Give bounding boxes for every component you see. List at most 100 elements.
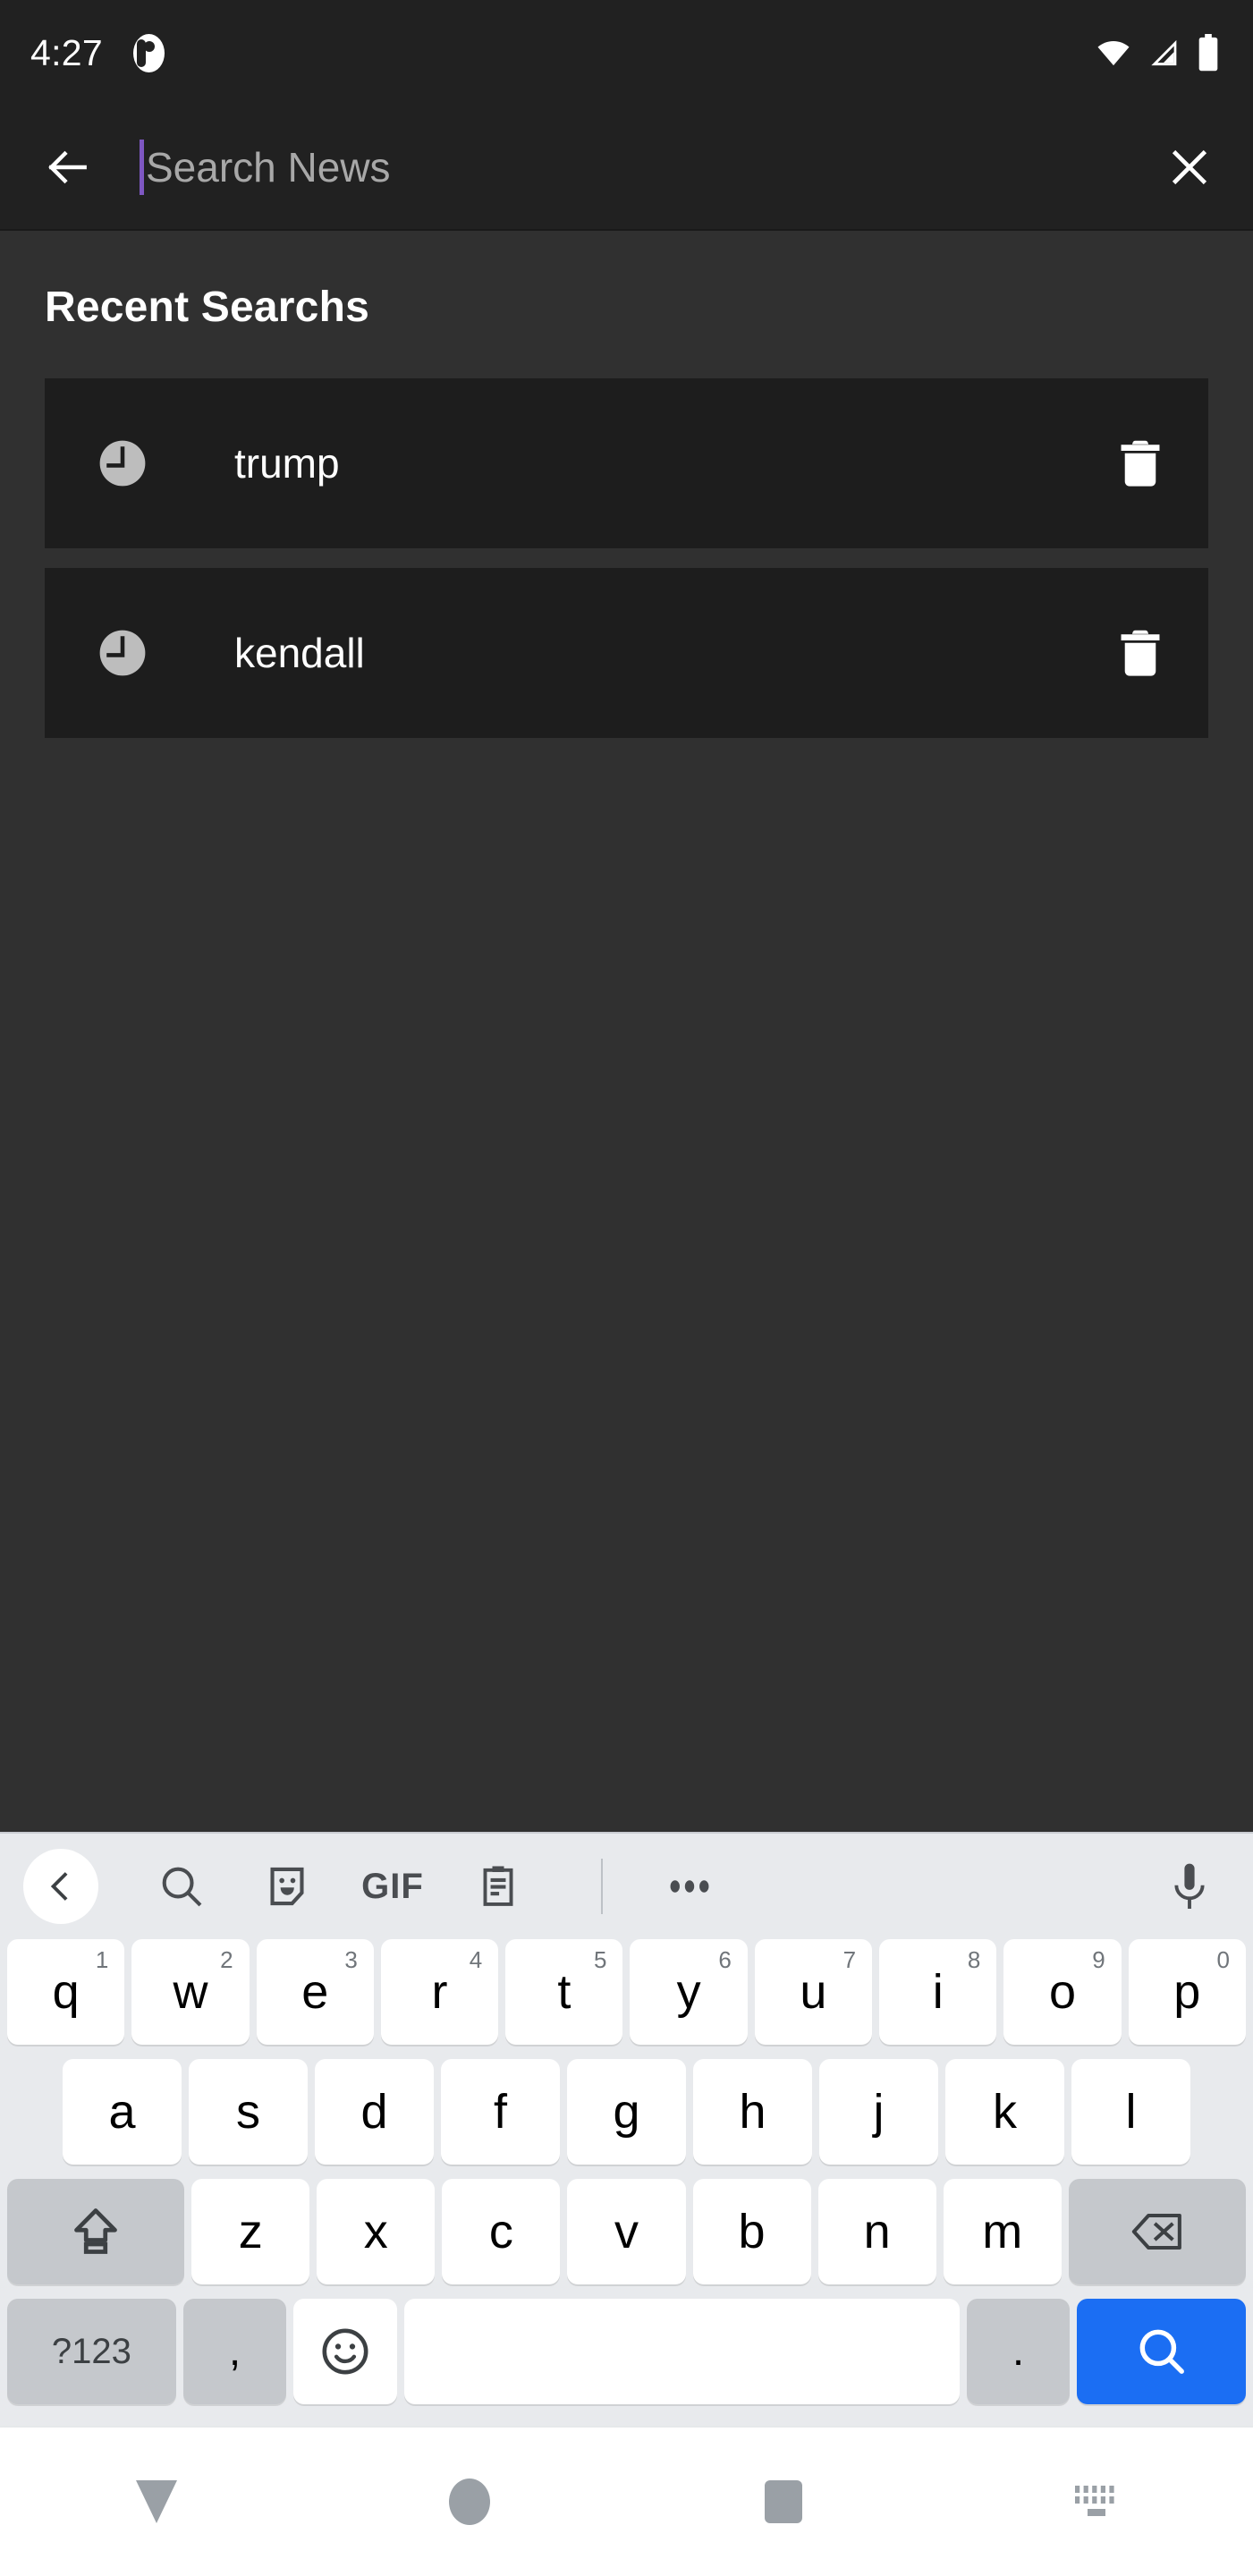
nav-home-button[interactable] xyxy=(313,2479,626,2525)
trash-icon[interactable] xyxy=(1119,628,1162,678)
search-input[interactable]: Search News xyxy=(140,127,1147,208)
key-letter-label: t xyxy=(557,1965,571,2019)
nav-keyboard-switcher-button[interactable] xyxy=(940,2481,1253,2522)
status-bar: 4:27 xyxy=(0,0,1253,106)
key-b[interactable]: b xyxy=(692,2179,811,2284)
status-time: 4:27 xyxy=(30,31,103,73)
microphone-icon[interactable] xyxy=(1158,1861,1221,1911)
comma-key[interactable]: , xyxy=(182,2299,287,2404)
search-placeholder: Search News xyxy=(146,144,391,191)
trash-icon[interactable] xyxy=(1119,438,1162,488)
period-key-label: . xyxy=(1012,2327,1025,2375)
key-z[interactable]: z xyxy=(191,2179,310,2284)
key-letter-label: b xyxy=(738,2205,766,2258)
key-letter-label: q xyxy=(52,1965,80,2019)
key-w[interactable]: 2 w xyxy=(131,1939,250,2045)
key-letter-label: w xyxy=(173,1965,208,2019)
nav-back-button[interactable] xyxy=(0,2480,313,2523)
recent-search-label: trump xyxy=(234,440,340,487)
clock-icon xyxy=(99,440,146,487)
key-q[interactable]: 1 q xyxy=(7,1939,125,2045)
key-number-label: 2 xyxy=(220,1946,233,1973)
clock-icon xyxy=(99,630,146,676)
key-o[interactable]: 9 o xyxy=(1003,1939,1122,2045)
key-number-label: 4 xyxy=(469,1946,483,1973)
key-letter-label: h xyxy=(739,2085,766,2139)
key-number-label: 7 xyxy=(842,1946,857,1973)
key-x[interactable]: x xyxy=(317,2179,436,2284)
key-f[interactable]: f xyxy=(441,2059,560,2165)
gif-icon[interactable]: GIF xyxy=(340,1867,445,1907)
period-key[interactable]: . xyxy=(966,2299,1071,2404)
sticker-icon[interactable] xyxy=(234,1849,340,1924)
emoji-key-icon xyxy=(322,2328,368,2375)
search-enter-key[interactable] xyxy=(1077,2299,1247,2404)
cellular-signal-icon xyxy=(1151,39,1177,66)
back-chevron-icon[interactable] xyxy=(23,1849,98,1924)
key-letter-label: j xyxy=(873,2085,885,2139)
search-app-bar: Search News xyxy=(0,106,1253,231)
key-a[interactable]: a xyxy=(63,2059,182,2165)
key-l[interactable]: l xyxy=(1071,2059,1190,2165)
recent-search-row[interactable]: kendall xyxy=(45,568,1208,738)
key-number-label: 5 xyxy=(594,1946,607,1973)
key-letter-label: f xyxy=(493,2085,507,2139)
key-r[interactable]: 4 r xyxy=(380,1939,499,2045)
clipboard-icon[interactable] xyxy=(445,1849,551,1924)
backspace-key-icon xyxy=(1131,2213,1181,2250)
shift-key[interactable] xyxy=(7,2179,185,2284)
key-number-label: 6 xyxy=(718,1946,732,1973)
backspace-key[interactable] xyxy=(1068,2179,1246,2284)
key-c[interactable]: c xyxy=(442,2179,561,2284)
search-icon[interactable] xyxy=(129,1849,234,1924)
key-j[interactable]: j xyxy=(819,2059,938,2165)
key-s[interactable]: s xyxy=(189,2059,308,2165)
nav-recents-button[interactable] xyxy=(627,2480,940,2523)
status-bar-right xyxy=(1096,34,1219,72)
emoji-key[interactable] xyxy=(293,2299,397,2404)
key-p[interactable]: 0 p xyxy=(1128,1939,1246,2045)
key-n[interactable]: n xyxy=(817,2179,936,2284)
key-letter-label: m xyxy=(982,2205,1023,2258)
key-letter-label: r xyxy=(431,1965,448,2019)
key-letter-label: c xyxy=(488,2205,513,2258)
status-bar-left: 4:27 xyxy=(30,31,165,73)
key-k[interactable]: k xyxy=(945,2059,1064,2165)
key-g[interactable]: g xyxy=(567,2059,686,2165)
key-v[interactable]: v xyxy=(567,2179,686,2284)
comma-key-label: , xyxy=(228,2327,241,2375)
wifi-icon xyxy=(1097,41,1130,66)
nav-back-icon xyxy=(136,2480,178,2523)
more-options-icon[interactable] xyxy=(637,1849,742,1924)
key-letter-label: o xyxy=(1049,1965,1077,2019)
key-e[interactable]: 3 e xyxy=(256,1939,374,2045)
key-letter-label: y xyxy=(676,1965,701,2019)
key-letter-label: n xyxy=(863,2205,891,2258)
key-number-label: 8 xyxy=(967,1946,981,1973)
back-arrow-icon[interactable] xyxy=(43,142,93,192)
key-d[interactable]: d xyxy=(315,2059,434,2165)
key-h[interactable]: h xyxy=(693,2059,812,2165)
key-letter-label: d xyxy=(360,2085,388,2139)
close-icon[interactable] xyxy=(1165,143,1214,191)
key-letter-label: v xyxy=(614,2205,639,2258)
key-letter-label: e xyxy=(301,1965,329,2019)
space-key[interactable] xyxy=(403,2299,960,2404)
key-i[interactable]: 8 i xyxy=(879,1939,997,2045)
recent-search-label: kendall xyxy=(234,630,365,676)
keyboard-row-4: ?123 , . xyxy=(7,2299,1247,2404)
keyboard-row-2: a s d f g h j k l xyxy=(7,2059,1246,2165)
key-m[interactable]: m xyxy=(943,2179,1062,2284)
symbols-key[interactable]: ?123 xyxy=(7,2299,176,2404)
nav-recents-icon xyxy=(764,2480,802,2523)
key-y[interactable]: 6 y xyxy=(630,1939,748,2045)
on-screen-keyboard: GIF 1 q 2 w 3 e 4 r 5 t 6 y 7 u 8 i 9 o … xyxy=(0,1832,1253,2426)
key-letter-label: g xyxy=(613,2085,640,2139)
app-notification-icon xyxy=(133,33,165,72)
recent-search-row[interactable]: trump xyxy=(45,378,1208,548)
key-letter-label: z xyxy=(238,2205,263,2258)
toolbar-divider xyxy=(601,1859,603,1914)
key-u[interactable]: 7 u xyxy=(754,1939,873,2045)
key-t[interactable]: 5 t xyxy=(505,1939,623,2045)
keyboard-row-3: z x c v b n m xyxy=(7,2179,1246,2284)
